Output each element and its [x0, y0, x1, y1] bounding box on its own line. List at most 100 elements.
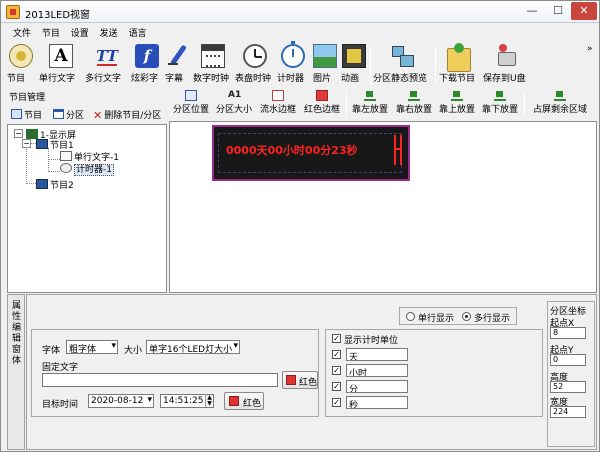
align-bottom-button[interactable]: 靠下放置 — [479, 88, 521, 119]
time-spinner-icon[interactable]: ▲ ▼ — [205, 395, 213, 407]
app-window: 2013LED视窗 — ☐ ✕ 文件 节目 设置 发送 语言 节目 A 单行文字… — [0, 0, 600, 452]
digital-clock-icon — [201, 44, 225, 68]
target-date-picker[interactable]: 2020-08-12 — [88, 394, 154, 408]
colorful-text-button[interactable]: f 炫彩字 — [131, 42, 163, 86]
partition-size-button[interactable]: A1 分区大小 — [213, 88, 255, 119]
fixed-text-label: 固定文字 — [42, 363, 79, 373]
program-node-icon — [36, 179, 48, 189]
font-select[interactable]: 粗字体 — [66, 340, 118, 354]
timer-units-group: ✓ 显示计时单位 ✓ 天 ✓ 小时 ✓ 分 ✓ 秒 — [325, 329, 543, 417]
align-left-button[interactable]: 靠左放置 — [349, 88, 391, 119]
fixed-text-input[interactable] — [42, 373, 278, 387]
usb-save-icon — [494, 44, 518, 68]
toolbar-separator — [435, 46, 436, 84]
dial-clock-icon — [243, 44, 267, 68]
text-node-icon — [60, 151, 72, 161]
size-icon: A1 — [228, 90, 242, 100]
text-color-button[interactable]: 红色 — [282, 371, 318, 389]
add-partition-button[interactable]: 分区 — [53, 108, 84, 121]
program-manager-title: 节目管理 — [9, 93, 46, 103]
menu-file[interactable]: 文件 — [9, 25, 35, 40]
delete-program-button[interactable]: ✕ 删除节目/分区 — [93, 108, 161, 122]
minimize-button[interactable]: — — [519, 2, 545, 20]
unit-minute-checkbox[interactable]: ✓ — [332, 382, 341, 391]
font-label: 字体 — [42, 346, 61, 356]
partition-icon — [53, 109, 64, 119]
led-countdown-text: 0000天00小时00分23秒 — [226, 144, 358, 157]
single-line-text-button[interactable]: A 单行文字 — [39, 42, 83, 86]
start-x-input[interactable]: 8 — [550, 327, 586, 339]
animation-button[interactable]: 动画 — [341, 42, 367, 86]
maximize-button[interactable]: ☐ — [545, 2, 571, 20]
toolbar-overflow-icon[interactable]: » — [587, 44, 593, 54]
multi-line-label: 多行显示 — [474, 314, 511, 324]
program-button[interactable]: 节目 — [7, 42, 35, 86]
main-toolbar: 节目 A 单行文字 TT 多行文字 f 炫彩字 字幕 数字时钟 表盘时钟 计时器 — [7, 41, 597, 87]
unit-second-checkbox[interactable]: ✓ — [332, 398, 341, 407]
size-select[interactable]: 单字16个LED灯大小 — [146, 340, 240, 354]
static-preview-icon — [390, 44, 414, 68]
single-line-radio[interactable] — [406, 312, 415, 321]
multi-line-radio[interactable] — [462, 312, 471, 321]
fill-area-icon — [554, 90, 566, 101]
menu-program[interactable]: 节目 — [38, 25, 64, 40]
toolbar-separator — [370, 46, 371, 84]
align-right-button[interactable]: 靠右放置 — [393, 88, 435, 119]
fill-remaining-area-button[interactable]: 占屏剩余区域 — [527, 88, 593, 119]
menu-send[interactable]: 发送 — [96, 25, 122, 40]
partition-coords-group: 分区坐标 起点X 8 起点Y 0 高度 52 宽度 224 — [547, 301, 595, 447]
save-to-usb-button[interactable]: 保存到U盘 — [483, 42, 529, 86]
program-manager-panel: 节目管理 节目 分区 ✕ 删除节目/分区 − 1-显示屏 − 节目1 单行文字-… — [7, 88, 167, 293]
tree-line — [26, 183, 36, 184]
menu-language[interactable]: 语言 — [125, 25, 151, 40]
picture-button[interactable]: 图片 — [313, 42, 337, 86]
unit-hour-input[interactable]: 小时 — [346, 364, 408, 377]
toolbar-separator — [346, 91, 347, 117]
flowing-border-button[interactable]: 流水边框 — [257, 88, 299, 119]
tree-collapse-toggle[interactable]: − — [14, 129, 23, 138]
show-units-checkbox[interactable]: ✓ — [332, 334, 341, 343]
toolbar-separator — [524, 91, 525, 117]
target-time-input[interactable]: 14:51:25 ▲ ▼ — [160, 394, 214, 408]
red-color-swatch — [286, 375, 296, 385]
red-border-button[interactable]: 红色边框 — [301, 88, 343, 119]
add-program-button[interactable]: 节目 — [11, 108, 42, 121]
properties-side-tab[interactable]: 属性编辑窗体 — [7, 294, 25, 450]
tree-item-program-2[interactable]: 节目2 — [36, 178, 74, 191]
partition-position-button[interactable]: 分区位置 — [171, 88, 211, 119]
static-preview-button[interactable]: 分区静态预览 — [373, 42, 431, 86]
digital-clock-button[interactable]: 数字时钟 — [193, 42, 233, 86]
unit-minute-input[interactable]: 分 — [346, 380, 408, 393]
led-screen-preview[interactable]: 0000天00小时00分23秒 — [212, 125, 410, 181]
close-button[interactable]: ✕ — [571, 2, 597, 20]
text-settings-group: 字体 粗字体 大小 单字16个LED灯大小 固定文字 红色 目标时间 2020-… — [31, 329, 319, 417]
dial-clock-button[interactable]: 表盘时钟 — [235, 42, 275, 86]
target-time-label: 目标时间 — [42, 400, 79, 410]
align-top-icon — [451, 90, 463, 101]
menu-settings[interactable]: 设置 — [67, 25, 93, 40]
unit-day-input[interactable]: 天 — [346, 348, 408, 361]
tree-line — [48, 171, 60, 172]
time-color-button[interactable]: 红色 — [224, 392, 264, 410]
start-y-input[interactable]: 0 — [550, 354, 586, 366]
unit-second-input[interactable]: 秒 — [346, 396, 408, 409]
show-units-label: 显示计时单位 — [344, 336, 399, 346]
tree-collapse-toggle[interactable]: − — [22, 139, 31, 148]
subtitle-button[interactable]: 字幕 — [165, 42, 191, 86]
timer-node-icon — [60, 163, 72, 173]
unit-day-checkbox[interactable]: ✓ — [332, 350, 341, 359]
unit-hour-checkbox[interactable]: ✓ — [332, 366, 341, 375]
multi-line-text-button[interactable]: TT 多行文字 — [85, 42, 129, 86]
led-preview-canvas: 0000天00小时00分23秒 — [169, 121, 597, 293]
timer-icon — [281, 41, 305, 68]
tree-item-timer-1[interactable]: 计时器-1 — [60, 162, 114, 176]
align-top-button[interactable]: 靠上放置 — [437, 88, 477, 119]
window-title: 2013LED视窗 — [25, 10, 91, 21]
timer-button[interactable]: 计时器 — [277, 41, 309, 86]
download-program-button[interactable]: 下载节目 — [439, 42, 479, 86]
align-bottom-icon — [494, 90, 506, 101]
height-input[interactable]: 52 — [550, 381, 586, 393]
flowing-border-icon — [272, 90, 284, 101]
position-icon — [185, 90, 197, 101]
width-input[interactable]: 224 — [550, 406, 586, 418]
